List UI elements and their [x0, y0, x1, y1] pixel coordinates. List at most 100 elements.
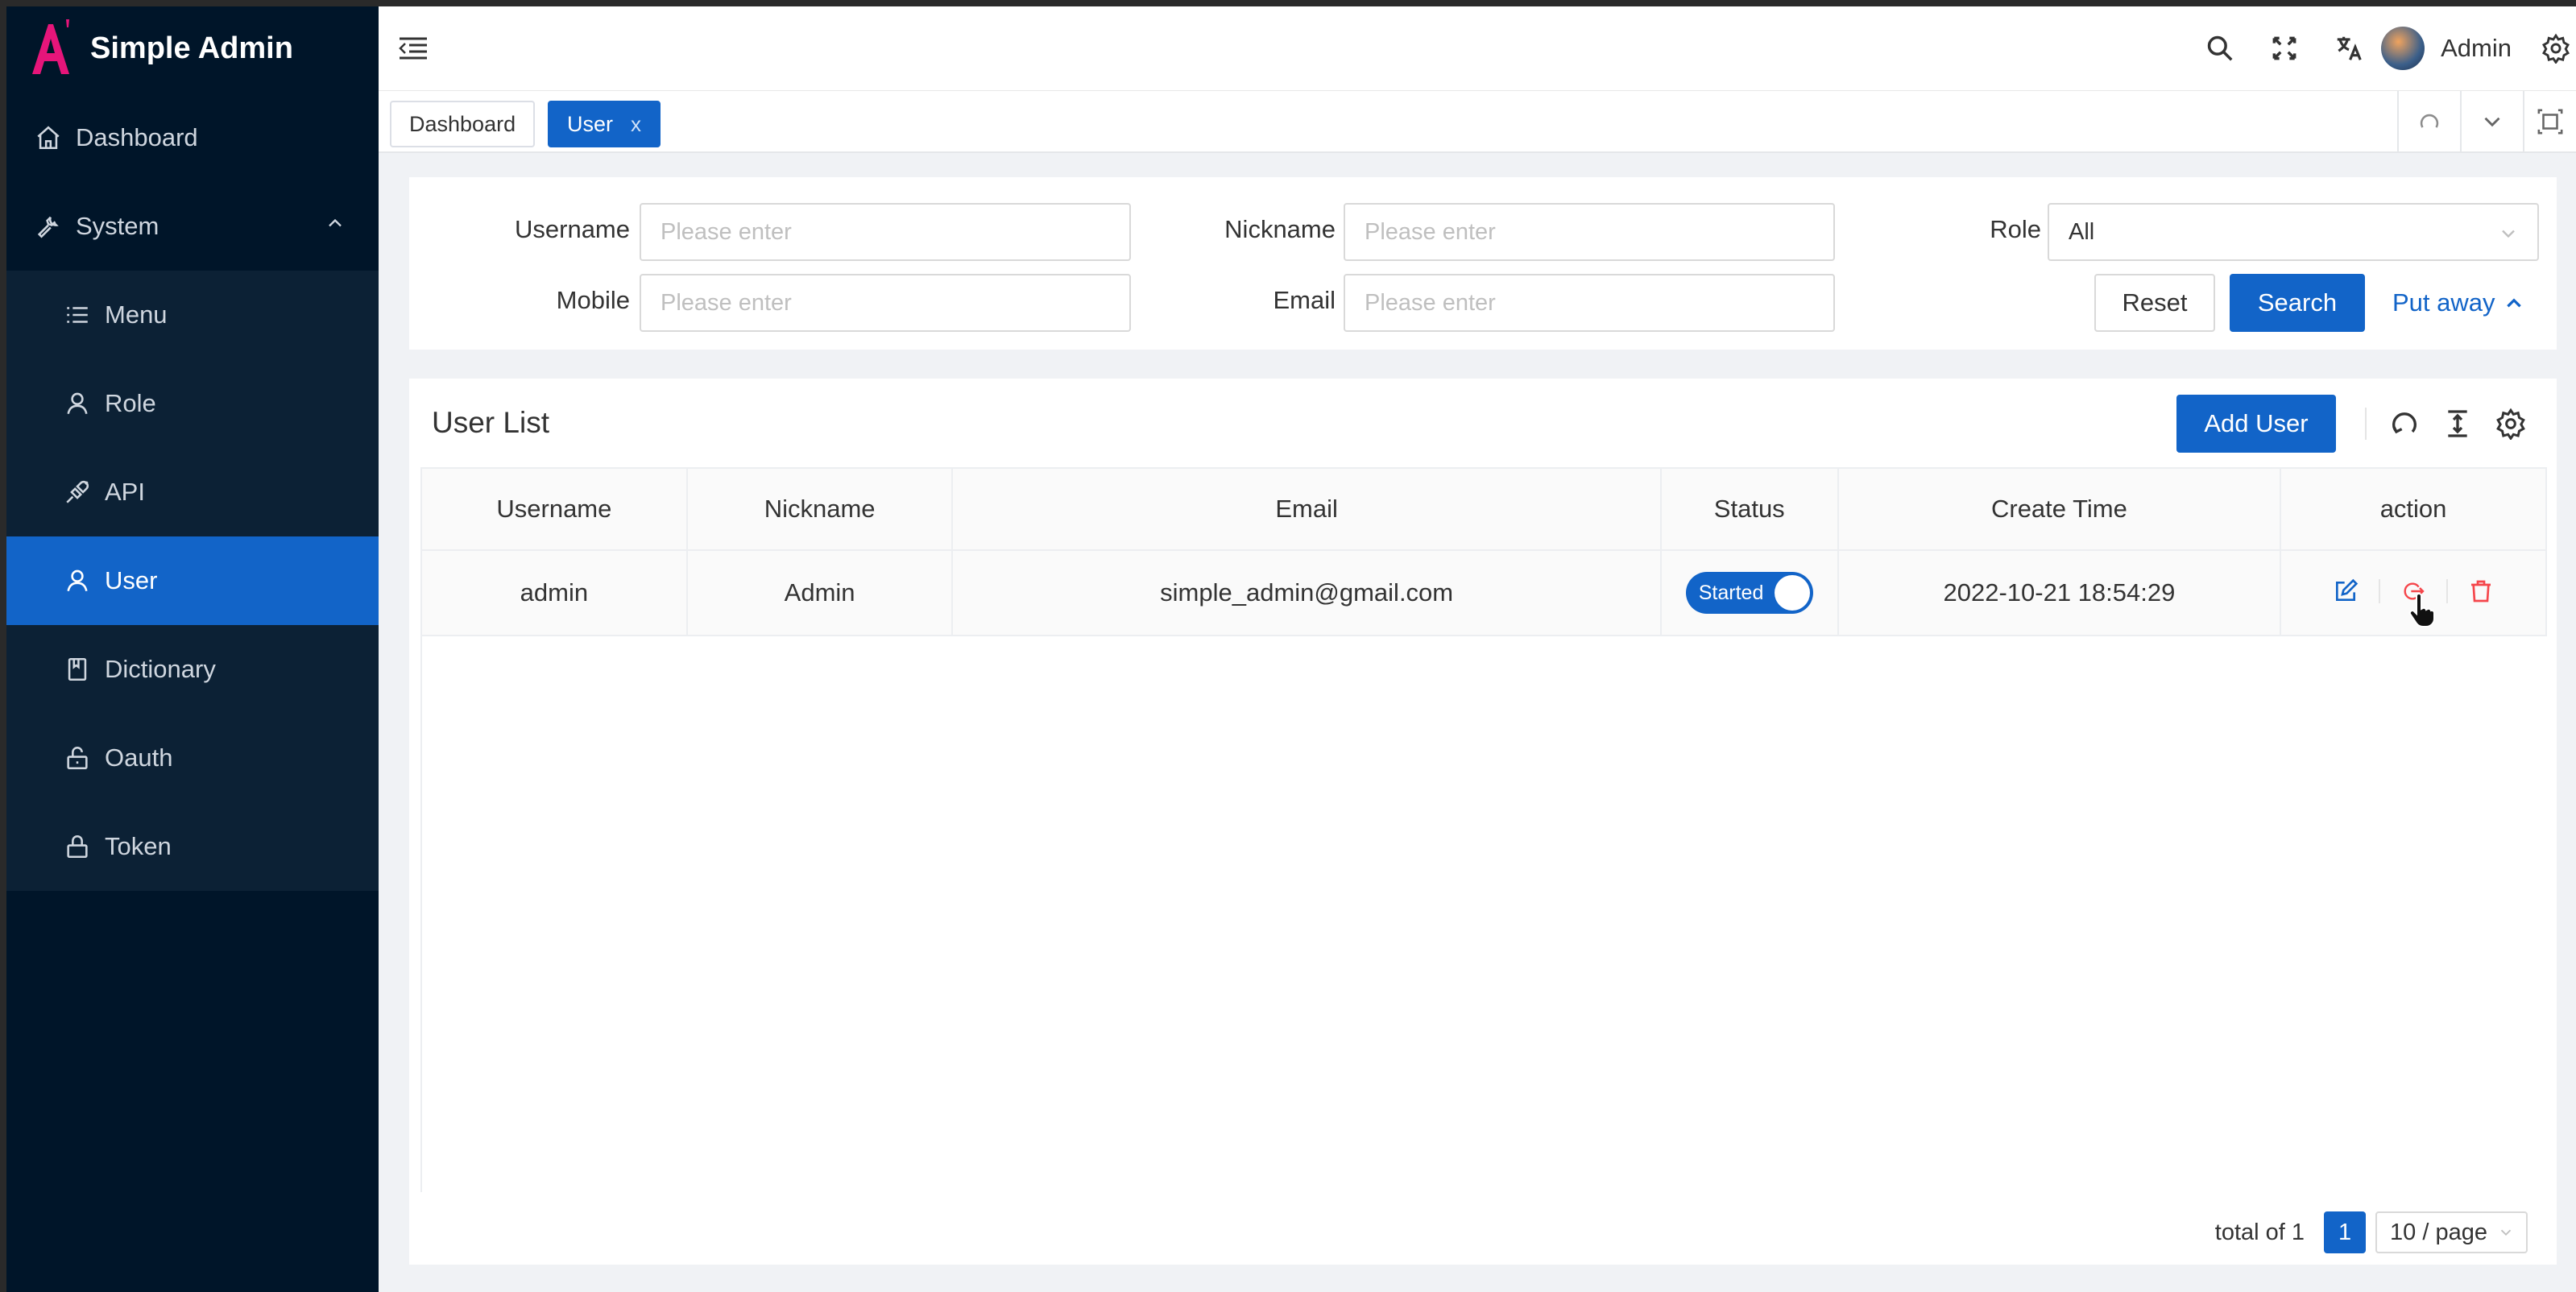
table-header-row: Username Nickname Email Status Create Ti… — [420, 467, 2547, 551]
column-header-username[interactable]: Username — [420, 467, 688, 551]
cell-username: admin — [420, 550, 688, 636]
reset-button[interactable]: Reset — [2094, 274, 2215, 332]
tabs-bar: Dashboard User x — [379, 90, 2576, 153]
hand-cursor-icon — [2408, 593, 2435, 627]
sidebar-item-oauth[interactable]: Oauth — [6, 714, 379, 802]
page-size-select[interactable]: 10 / page — [2375, 1211, 2528, 1253]
column-header-status[interactable]: Status — [1659, 467, 1839, 551]
collapse-filter-button[interactable]: Put away — [2392, 288, 2524, 317]
maximize-icon[interactable] — [2523, 91, 2576, 152]
role-label: Role — [1990, 215, 2041, 243]
gear-icon[interactable] — [2484, 395, 2537, 453]
sidebar-item-system[interactable]: System — [6, 182, 379, 271]
sidebar-item-label: Role — [105, 389, 156, 417]
search-icon[interactable] — [2188, 6, 2252, 90]
trash-icon[interactable] — [2466, 576, 2496, 607]
sidebar-item-label: Menu — [105, 300, 168, 329]
sidebar-item-label: Dashboard — [76, 123, 198, 151]
role-select[interactable]: All — [2048, 203, 2539, 261]
user-table: Username Nickname Email Status Create Ti… — [420, 467, 2547, 636]
list-icon — [63, 300, 92, 329]
page-size-value: 10 / page — [2390, 1219, 2487, 1245]
logo-icon — [32, 19, 69, 74]
tab-user[interactable]: User x — [548, 101, 661, 147]
plug-icon — [63, 478, 92, 507]
username-label: Username — [515, 215, 630, 243]
status-toggle-label: Started — [1698, 581, 1764, 604]
top-header: Admin — [379, 6, 2576, 90]
email-label: Email — [1273, 286, 1336, 314]
cell-email: simple_admin@gmail.com — [951, 550, 1662, 636]
cell-status: Started — [1659, 550, 1839, 636]
search-button[interactable]: Search — [2230, 274, 2365, 332]
reload-icon[interactable] — [2378, 395, 2431, 453]
user-icon — [63, 389, 92, 418]
wrench-icon — [34, 212, 63, 241]
sidebar-item-label: System — [76, 212, 159, 240]
action-divider — [2379, 578, 2381, 603]
collapse-sidebar-icon[interactable] — [398, 35, 429, 61]
user-list-card: User List Add User Username Nickname Ema… — [409, 379, 2557, 1265]
sidebar-item-token[interactable]: Token — [6, 802, 379, 891]
unlock-icon — [63, 743, 92, 772]
column-header-email[interactable]: Email — [951, 467, 1662, 551]
mobile-label: Mobile — [556, 286, 630, 314]
table-empty-area — [420, 635, 2547, 1192]
chevron-down-icon[interactable] — [2460, 91, 2523, 152]
edit-icon[interactable] — [2330, 576, 2361, 607]
chevron-up-icon — [324, 212, 346, 241]
card-title: User List — [432, 406, 549, 439]
column-header-action: action — [2280, 467, 2547, 551]
sidebar-item-menu[interactable]: Menu — [6, 271, 379, 359]
collapse-filter-label: Put away — [2392, 288, 2495, 317]
page-button-1[interactable]: 1 — [2324, 1211, 2367, 1253]
app-window: Simple Admin Dashboard System Menu Role … — [6, 6, 2576, 1292]
table-toolbar: Add User — [2176, 395, 2557, 453]
nickname-input[interactable]: Please enter — [1344, 203, 1835, 261]
home-icon — [34, 123, 63, 152]
email-input[interactable]: Please enter — [1344, 274, 1835, 332]
sidebar-item-role[interactable]: Role — [6, 359, 379, 448]
action-divider — [2446, 578, 2449, 603]
logo[interactable]: Simple Admin — [6, 6, 379, 90]
sidebar-item-label: User — [105, 566, 158, 594]
sidebar: Simple Admin Dashboard System Menu Role … — [6, 6, 379, 1292]
mobile-input[interactable]: Please enter — [640, 274, 1131, 332]
app-title: Simple Admin — [90, 31, 293, 65]
sidebar-item-dashboard[interactable]: Dashboard — [6, 93, 379, 182]
cell-nickname: Admin — [685, 550, 954, 636]
close-icon[interactable]: x — [631, 112, 641, 137]
book-icon — [63, 655, 92, 684]
chevron-up-icon — [2506, 298, 2521, 308]
role-select-value: All — [2069, 218, 2095, 245]
translate-icon[interactable] — [2317, 6, 2381, 90]
sidebar-item-label: Oauth — [105, 743, 173, 772]
system-submenu: Menu Role API User Dictionary Oauth Toke… — [6, 271, 379, 891]
table-row[interactable]: admin Admin simple_admin@gmail.com Start… — [420, 550, 2547, 636]
search-form: Username Please enter Nickname Please en… — [409, 177, 2557, 350]
add-user-button[interactable]: Add User — [2176, 395, 2336, 453]
column-header-nickname[interactable]: Nickname — [685, 467, 954, 551]
column-header-create-time[interactable]: Create Time — [1837, 467, 2282, 551]
chevron-down-icon — [2502, 230, 2515, 238]
reload-icon[interactable] — [2397, 91, 2460, 152]
sidebar-item-label: API — [105, 478, 145, 506]
toolbar-divider — [2365, 408, 2367, 440]
tab-actions — [2397, 91, 2576, 152]
sidebar-item-label: Token — [105, 832, 172, 860]
sidebar-item-api[interactable]: API — [6, 448, 379, 536]
toggle-knob — [1774, 575, 1810, 611]
avatar[interactable] — [2381, 27, 2425, 70]
user-name[interactable]: Admin — [2441, 34, 2512, 63]
fullscreen-icon[interactable] — [2252, 6, 2317, 90]
gear-icon[interactable] — [2536, 6, 2576, 90]
lock-icon — [63, 832, 92, 861]
sidebar-item-dictionary[interactable]: Dictionary — [6, 625, 379, 714]
column-height-icon[interactable] — [2431, 395, 2484, 453]
tab-dashboard[interactable]: Dashboard — [390, 101, 536, 147]
pagination-total: total of 1 — [2214, 1219, 2305, 1245]
status-toggle[interactable]: Started — [1685, 572, 1813, 614]
sidebar-item-label: Dictionary — [105, 655, 216, 683]
sidebar-item-user[interactable]: User — [6, 536, 379, 625]
username-input[interactable]: Please enter — [640, 203, 1131, 261]
